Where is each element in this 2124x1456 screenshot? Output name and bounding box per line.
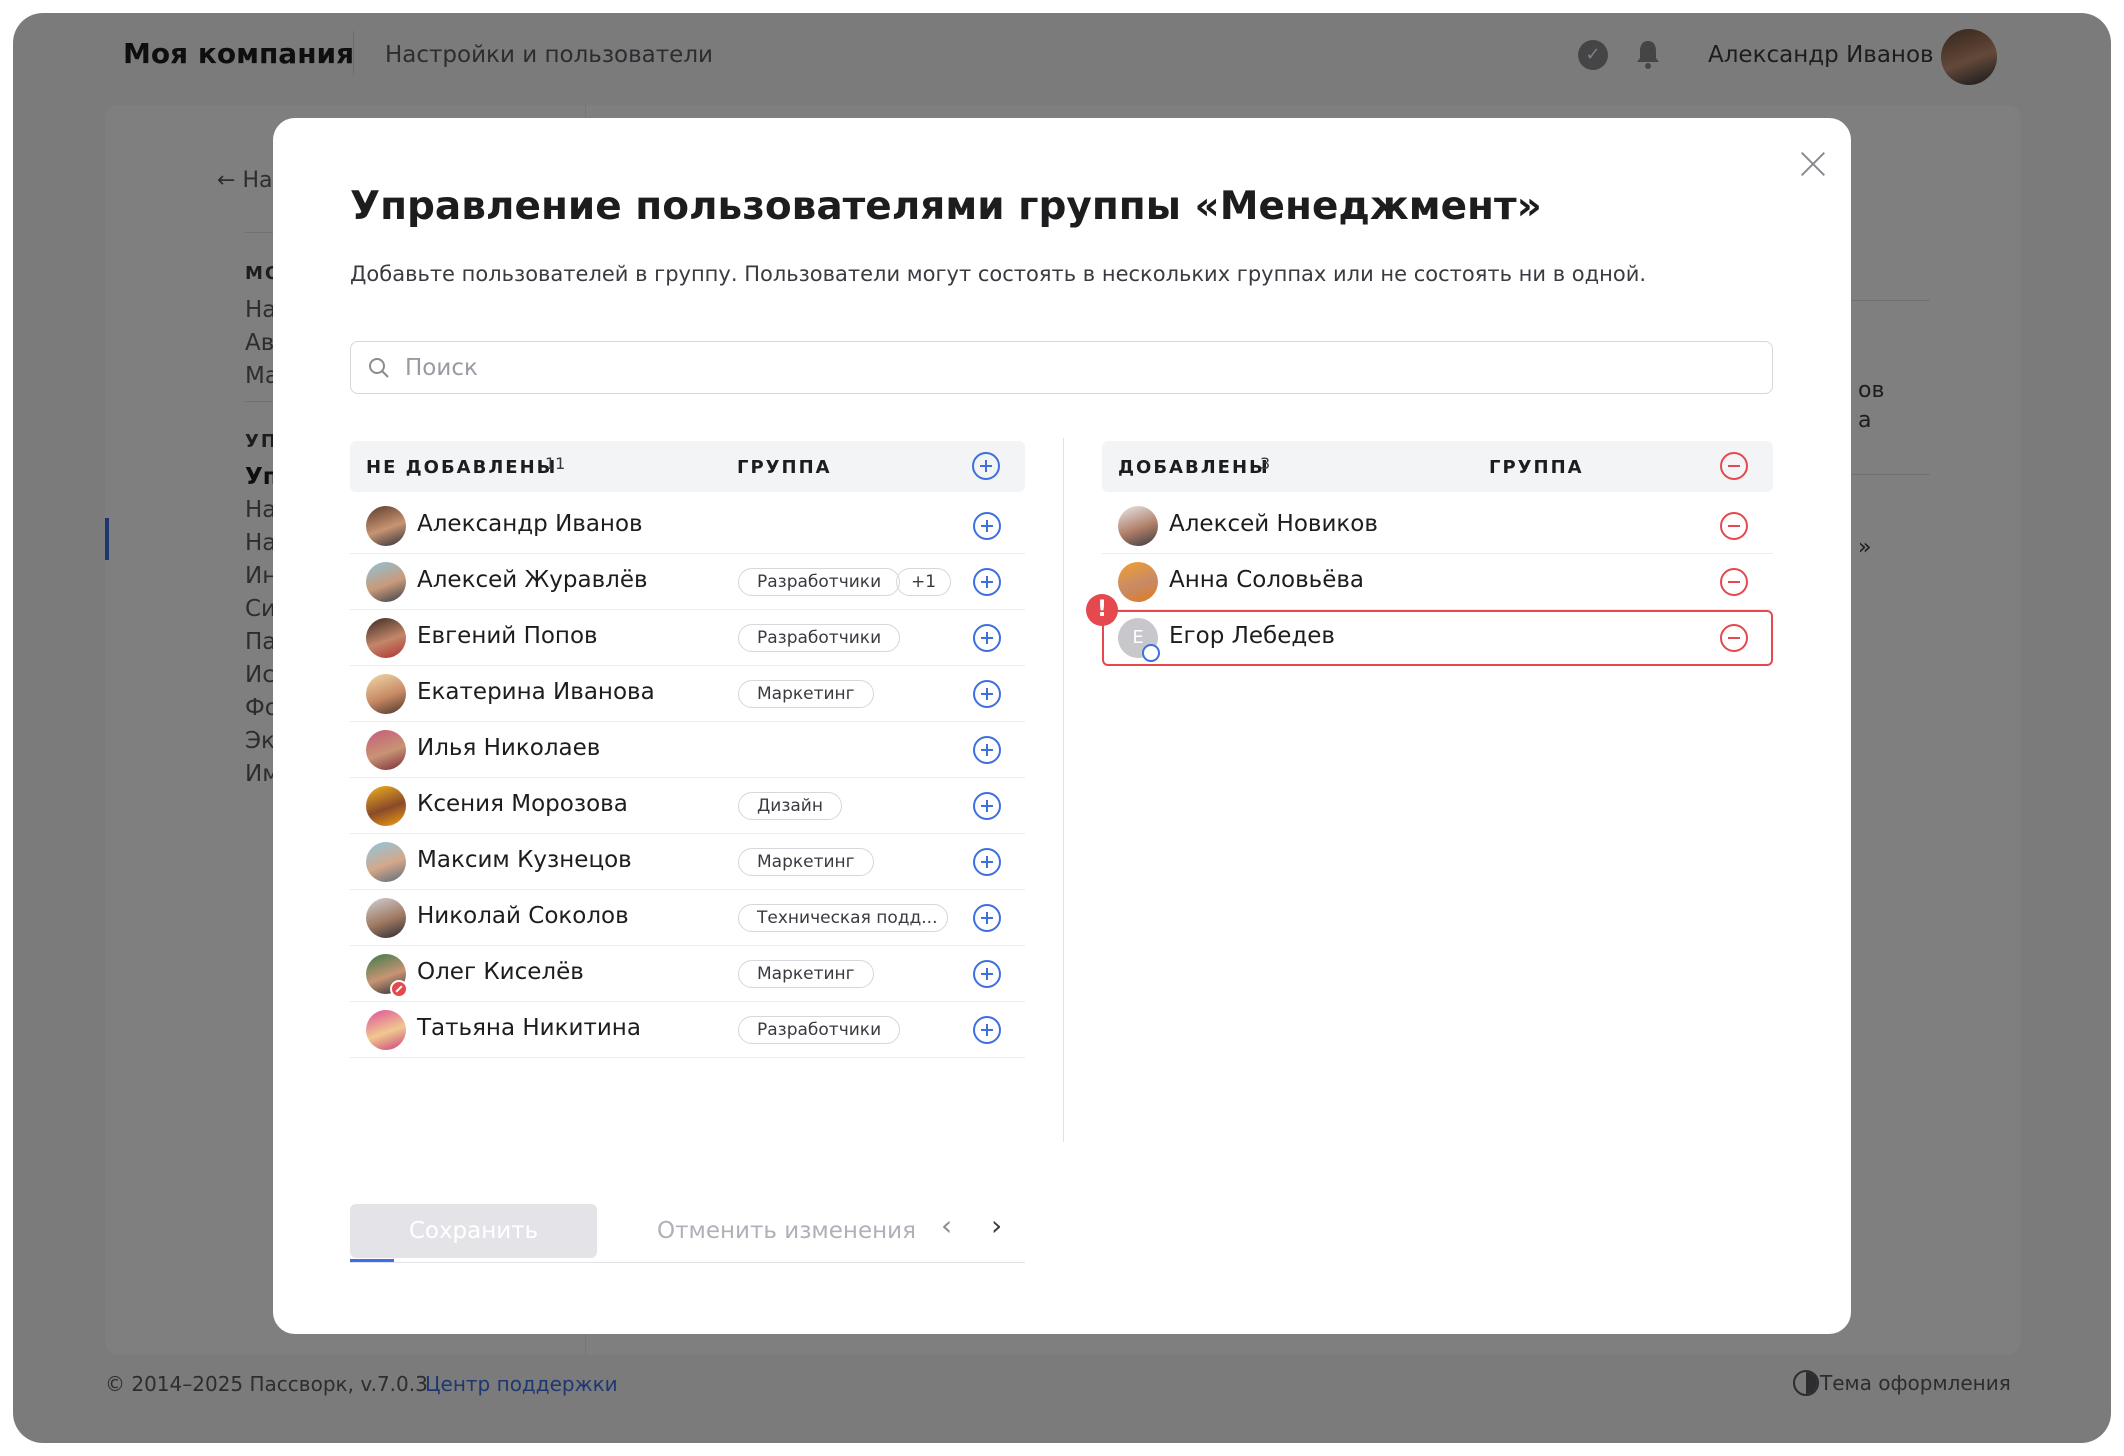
group-chip: Разработчики <box>738 1016 901 1044</box>
active-page-indicator <box>350 1259 394 1262</box>
avatar <box>366 562 406 602</box>
user-name: Александр Иванов <box>417 511 643 537</box>
list-item-not-added: Алексей Журавлёв Разработчики +1 <box>350 554 1025 610</box>
user-name: Егор Лебедев <box>1169 623 1335 649</box>
search-icon <box>369 358 389 378</box>
user-name: Ксения Морозова <box>417 791 628 817</box>
extra-groups-chip[interactable]: +1 <box>896 568 952 596</box>
avatar <box>366 730 406 770</box>
not-added-title: НЕ ДОБАВЛЕНЫ <box>366 457 558 478</box>
add-all-button[interactable] <box>972 452 1000 480</box>
user-name: Евгений Попов <box>417 623 598 649</box>
user-name: Олег Киселёв <box>417 959 584 985</box>
list-item-added-error: ! Е Егор Лебедев <box>1086 594 1773 666</box>
blocked-icon <box>390 980 408 998</box>
group-chip: Разработчики <box>738 568 901 596</box>
modal-title: Управление пользователями группы «Менедж… <box>350 184 1542 229</box>
list-item-added: Анна Соловьёва <box>1102 554 1773 610</box>
add-user-button[interactable] <box>973 680 1001 708</box>
list-item-not-added: Илья Николаев <box>350 722 1025 778</box>
chevron-right-icon[interactable]: › <box>991 1209 1002 1242</box>
not-added-count: 11 <box>545 454 566 473</box>
modal-description: Добавьте пользователей в группу. Пользов… <box>350 262 1647 286</box>
user-name: Анна Соловьёва <box>1169 567 1365 593</box>
pending-clock-icon <box>1142 644 1160 662</box>
user-name: Алексей Новиков <box>1169 511 1378 537</box>
remove-all-button[interactable] <box>1720 452 1748 480</box>
added-title: ДОБАВЛЕНЫ <box>1118 457 1270 478</box>
add-user-button[interactable] <box>973 624 1001 652</box>
added-header: ДОБАВЛЕНЫ 3 ГРУППА <box>1102 441 1773 492</box>
add-user-button[interactable] <box>973 904 1001 932</box>
search-box <box>350 341 1773 394</box>
avatar <box>366 786 406 826</box>
avatar <box>366 506 406 546</box>
add-user-button[interactable] <box>973 1016 1001 1044</box>
group-chip: Техническая подд... <box>738 904 948 932</box>
add-user-button[interactable] <box>973 512 1001 540</box>
user-name: Илья Николаев <box>417 735 601 761</box>
list-item-not-added: Татьяна Никитина Разработчики <box>350 1002 1025 1058</box>
list-item-not-added: Николай Соколов Техническая подд... <box>350 890 1025 946</box>
avatar <box>366 842 406 882</box>
avatar <box>366 898 406 938</box>
list-item-not-added: Александр Иванов <box>350 498 1025 554</box>
user-name: Алексей Журавлёв <box>417 567 648 593</box>
user-name: Николай Соколов <box>417 903 629 929</box>
add-user-button[interactable] <box>973 960 1001 988</box>
search-input[interactable] <box>405 342 1755 393</box>
list-item-added: Алексей Новиков <box>1102 498 1773 554</box>
close-button[interactable] <box>1793 144 1833 184</box>
chevron-left-icon[interactable]: ‹ <box>941 1209 952 1242</box>
column-divider <box>1063 438 1064 1142</box>
group-column-header: ГРУППА <box>1489 457 1584 478</box>
user-name: Екатерина Иванова <box>417 679 655 705</box>
remove-user-button[interactable] <box>1720 624 1748 652</box>
list-item-not-added: Евгений Попов Разработчики <box>350 610 1025 666</box>
add-user-button[interactable] <box>973 848 1001 876</box>
avatar <box>366 618 406 658</box>
avatar <box>1118 506 1158 546</box>
add-user-button[interactable] <box>973 792 1001 820</box>
cancel-changes-button[interactable]: Отменить изменения <box>657 1218 916 1244</box>
remove-user-button[interactable] <box>1720 512 1748 540</box>
avatar <box>1118 562 1158 602</box>
list-item-not-added: Ксения Морозова Дизайн <box>350 778 1025 834</box>
add-user-button[interactable] <box>973 568 1001 596</box>
group-column-header: ГРУППА <box>737 457 832 478</box>
user-name: Максим Кузнецов <box>417 847 632 873</box>
group-chip: Маркетинг <box>738 680 874 708</box>
added-count: 3 <box>1260 454 1271 473</box>
user-name: Татьяна Никитина <box>417 1015 641 1041</box>
not-added-header: НЕ ДОБАВЛЕНЫ 11 ГРУППА <box>350 441 1025 492</box>
avatar <box>366 1010 406 1050</box>
group-chip: Разработчики <box>738 624 901 652</box>
group-chip: Маркетинг <box>738 848 874 876</box>
save-button[interactable]: Сохранить <box>350 1204 597 1258</box>
list-item-not-added: Олег Киселёв Маркетинг <box>350 946 1025 1002</box>
list-item-not-added: Екатерина Иванова Маркетинг <box>350 666 1025 722</box>
add-user-button[interactable] <box>973 736 1001 764</box>
group-chip: Дизайн <box>738 792 842 820</box>
list-item-not-added: Максим Кузнецов Маркетинг <box>350 834 1025 890</box>
group-chip: Маркетинг <box>738 960 874 988</box>
avatar <box>366 674 406 714</box>
error-icon: ! <box>1086 594 1118 626</box>
group-users-modal: Управление пользователями группы «Менедж… <box>273 118 1851 1334</box>
remove-user-button[interactable] <box>1720 568 1748 596</box>
